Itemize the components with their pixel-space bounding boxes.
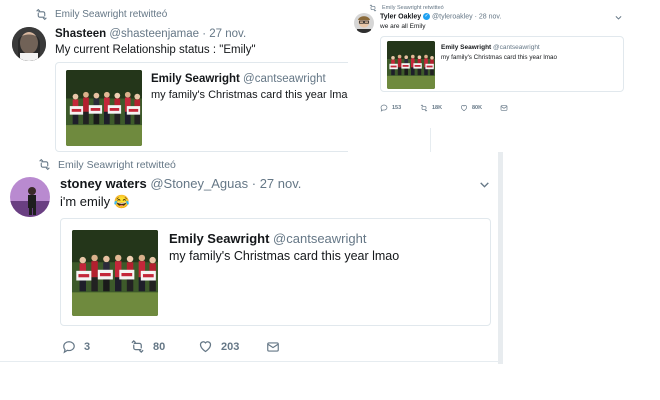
reply-icon — [62, 340, 76, 354]
quoted-user-handle: @cantseawright — [243, 73, 326, 85]
timestamp[interactable]: 28 nov. — [479, 13, 501, 20]
tweet-text-content: i'm emily — [60, 194, 111, 209]
direct-message-button[interactable] — [266, 340, 280, 354]
retweet-context: Emily Seawright retwitteó — [369, 4, 444, 12]
heart-icon — [460, 104, 468, 112]
avatar-photo — [12, 27, 46, 61]
display-name[interactable]: Shasteen — [55, 28, 106, 40]
retweeted-by-label: Emily Seawright retwitteó — [58, 158, 176, 171]
tweet-bottom-border — [0, 361, 498, 362]
quoted-user-handle: @cantseawright — [273, 231, 367, 246]
timeline-scroll-edge — [498, 152, 503, 364]
retweeted-by-label: Emily Seawright retwitteó — [382, 5, 444, 11]
retweet-icon — [130, 339, 145, 354]
tweet-header: Tyler Oakley ✓ @tyleroakley · 28 nov. — [380, 13, 502, 21]
tweet-text: i'm emily 😂 — [60, 194, 130, 210]
retweet-icon — [420, 104, 428, 112]
chevron-down-icon[interactable] — [478, 178, 491, 191]
retweet-icon — [35, 8, 48, 21]
display-name[interactable]: stoney waters — [60, 176, 147, 191]
tweet-tyleroakley[interactable]: Emily Seawright retwitteó Tyler Oakley ✓… — [348, 0, 638, 152]
tweet-text: My current Relationship status : "Emily" — [55, 44, 256, 56]
chevron-down-icon[interactable] — [614, 13, 623, 22]
avatar-photo — [10, 177, 50, 217]
retweet-count: 80 — [153, 340, 166, 353]
laughing-emoji-icon: 😂 — [113, 194, 130, 209]
reply-count: 153 — [392, 105, 402, 111]
tweet-actions: 3 80 203 — [62, 339, 280, 354]
verified-badge-icon: ✓ — [423, 13, 431, 20]
reply-button[interactable]: 3 — [62, 340, 130, 354]
tweet-shasteen[interactable]: Emily Seawright retwitteó Shasteen @shas… — [0, 0, 360, 152]
retweet-context: Emily Seawright retwitteó — [35, 8, 167, 21]
retweet-count: 18K — [432, 105, 443, 111]
user-handle[interactable]: @Stoney_Aguas — [150, 176, 248, 191]
retweet-button[interactable]: 80 — [130, 339, 198, 354]
tweet-actions: 153 18K 80K — [380, 104, 508, 112]
avatar[interactable] — [12, 27, 46, 61]
retweeted-by-label: Emily Seawright retwitteó — [55, 9, 168, 20]
avatar[interactable] — [10, 177, 50, 217]
retweet-context: Emily Seawright retwitteó — [38, 158, 176, 171]
quoted-tweet-image[interactable] — [72, 230, 158, 316]
tweet-stoney-waters[interactable]: Emily Seawright retwitteó stoney waters … — [0, 152, 498, 364]
quoted-tweet[interactable]: Emily Seawright @cantseawright my family… — [55, 62, 355, 152]
tweet-header: Shasteen @shasteenjamae · 27 nov. — [55, 28, 247, 40]
quoted-tweet-text: my family's Christmas card this year lma… — [441, 54, 557, 61]
quoted-display-name: Emily Seawright — [441, 44, 492, 51]
quoted-tweet-text: my family's Christmas card this year lma… — [151, 89, 354, 101]
retweet-button[interactable]: 18K — [420, 104, 460, 112]
avatar-photo — [354, 13, 374, 33]
tweet-text: we are all Emily — [380, 23, 426, 30]
quoted-display-name: Emily Seawright — [169, 231, 270, 246]
envelope-icon — [266, 340, 280, 354]
like-button[interactable]: 80K — [460, 104, 500, 112]
retweet-icon — [369, 4, 377, 12]
quoted-display-name: Emily Seawright — [151, 73, 240, 85]
quoted-tweet-text: my family's Christmas card this year lma… — [169, 249, 400, 263]
quoted-tweet-image[interactable] — [66, 70, 142, 146]
reply-icon — [380, 104, 388, 112]
direct-message-button[interactable] — [500, 104, 508, 112]
heart-icon — [198, 339, 213, 354]
like-count: 203 — [221, 340, 240, 353]
quoted-user-handle: @cantseawright — [493, 44, 540, 51]
quoted-tweet-image[interactable] — [387, 41, 435, 89]
tweet-header: stoney waters @Stoney_Aguas · 27 nov. — [60, 176, 302, 191]
vertical-divider — [430, 128, 431, 152]
avatar[interactable] — [354, 13, 374, 33]
timestamp[interactable]: 27 nov. — [260, 176, 302, 191]
quoted-tweet[interactable]: Emily Seawright @cantseawright my family… — [380, 36, 624, 92]
display-name[interactable]: Tyler Oakley — [380, 13, 421, 20]
user-handle[interactable]: @tyleroakley — [432, 13, 473, 20]
like-count: 80K — [472, 105, 483, 111]
like-button[interactable]: 203 — [198, 339, 266, 354]
timestamp[interactable]: 27 nov. — [209, 28, 246, 40]
reply-button[interactable]: 153 — [380, 104, 420, 112]
user-handle[interactable]: @shasteenjamae — [109, 28, 199, 40]
retweet-icon — [38, 158, 51, 171]
reply-count: 3 — [84, 340, 91, 353]
quoted-tweet[interactable]: Emily Seawright @cantseawright my family… — [60, 218, 491, 326]
envelope-icon — [500, 104, 508, 112]
